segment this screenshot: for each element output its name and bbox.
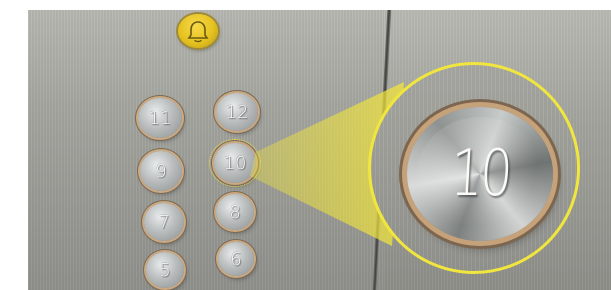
elevator-panel-photo: 11 12 9 10 7 8 5 6 10 xyxy=(0,0,611,290)
magnified-floor-label: 10 xyxy=(448,137,512,211)
magnified-floor-button-10: 10 xyxy=(407,107,553,241)
magnified-view: 10 xyxy=(368,62,580,274)
